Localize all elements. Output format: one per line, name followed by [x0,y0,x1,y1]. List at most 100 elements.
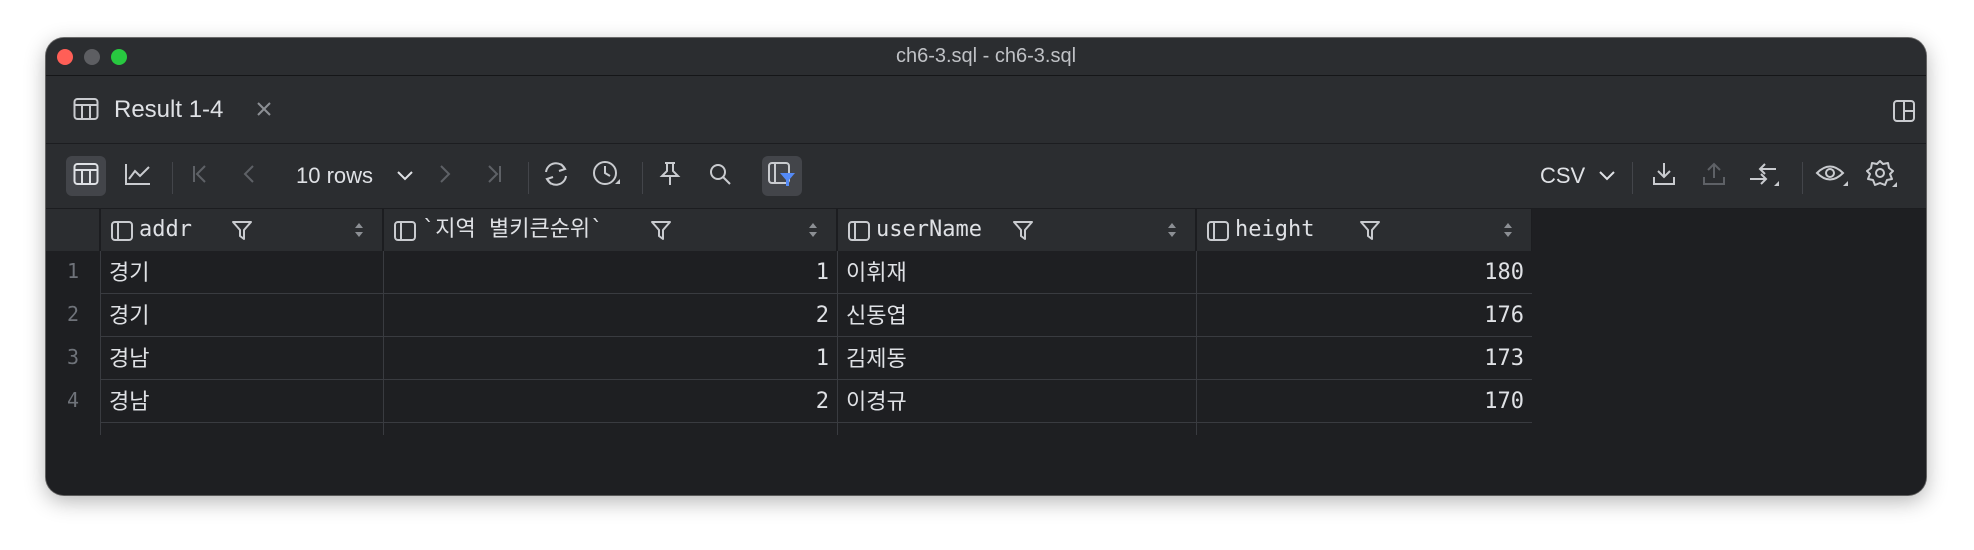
cell-username[interactable]: 신동엽 [837,294,1196,337]
compare-icon [1748,160,1780,193]
row-number-header [46,209,100,251]
row-number: 1 [46,251,100,294]
ide-window: ch6-3.sql - ch6-3.sql Result 1-4 10 rows… [46,38,1926,495]
cell-addr[interactable]: 경기 [100,294,383,337]
table-view-button[interactable] [66,156,106,196]
toolbar-separator [1802,162,1803,194]
column-name: userName [876,217,982,242]
cell-height[interactable]: 170 [1196,380,1532,423]
cell-addr[interactable]: 경남 [100,380,383,423]
layout-icon[interactable] [1892,99,1916,128]
cell-username[interactable]: 김제동 [837,337,1196,380]
compare-button[interactable] [1744,156,1784,196]
cell-addr [100,423,383,435]
sort-icon[interactable] [1167,222,1177,243]
next-page-icon [433,163,455,190]
gear-icon [1866,159,1898,194]
eye-icon [1815,160,1849,193]
filter-icon[interactable] [1359,219,1381,246]
tab-result-label[interactable]: Result 1-4 [114,76,223,143]
cell-addr[interactable]: 경남 [100,337,383,380]
pin-icon [659,161,681,192]
result-grid: addr `지역 별키큰순위` userName height 1 경기 1 이… [46,209,1926,495]
cell-rank[interactable]: 2 [383,380,837,423]
cell-height[interactable]: 176 [1196,294,1532,337]
search-button[interactable] [700,156,740,196]
download-icon [1651,161,1677,192]
sort-icon[interactable] [1503,222,1513,243]
cell-height[interactable]: 173 [1196,337,1532,380]
column-header-height[interactable]: height [1196,209,1532,251]
toolbar-separator [1632,162,1633,194]
filter-icon[interactable] [650,219,672,246]
table-row-partial [46,423,1532,435]
download-button[interactable] [1644,156,1684,196]
upload-button[interactable] [1694,156,1734,196]
title-bar: ch6-3.sql - ch6-3.sql [46,38,1926,76]
page-size-selector[interactable]: 10 rows [296,144,373,208]
sort-icon[interactable] [354,222,364,243]
cell-height [1196,423,1532,435]
chevron-down-icon[interactable] [396,168,414,189]
first-page-icon [189,163,211,190]
prev-page-button[interactable] [230,156,270,196]
view-button[interactable] [1812,156,1852,196]
filter-icon[interactable] [1012,219,1034,246]
window-title: ch6-3.sql - ch6-3.sql [895,45,1077,67]
cell-rank[interactable]: 2 [383,294,837,337]
upload-icon [1701,161,1727,192]
history-icon [591,159,621,194]
export-format-selector[interactable]: CSV [1540,144,1585,208]
row-number: 2 [46,294,100,337]
result-toolbar: 10 rows CSV [46,144,1926,209]
filter-button[interactable] [762,156,802,196]
chevron-down-icon[interactable] [1598,168,1616,189]
column-icon [111,221,133,246]
toolbar-separator [528,162,529,194]
prev-page-icon [239,163,261,190]
filter-icon[interactable] [231,219,253,246]
history-button[interactable] [586,156,626,196]
column-name: height [1235,217,1315,242]
table-row[interactable]: 4 경남 2 이경규 170 [46,380,1532,423]
column-header-rank[interactable]: `지역 별키큰순위` [383,209,837,251]
first-page-button[interactable] [180,156,220,196]
chart-view-button[interactable] [118,156,158,196]
table-row[interactable]: 1 경기 1 이휘재 180 [46,251,1532,294]
row-number: 3 [46,337,100,380]
column-header-addr[interactable]: addr [100,209,383,251]
column-icon [1207,221,1229,246]
cell-username [837,423,1196,435]
cell-rank[interactable]: 1 [383,337,837,380]
column-header-username[interactable]: userName [837,209,1196,251]
table-row[interactable]: 3 경남 1 김제동 173 [46,337,1532,380]
table-icon [73,97,99,126]
refresh-icon [541,160,571,193]
sort-icon[interactable] [808,222,818,243]
cell-username[interactable]: 이경규 [837,380,1196,423]
cell-height[interactable]: 180 [1196,251,1532,294]
settings-button[interactable] [1862,156,1902,196]
filter-icon [767,160,797,193]
last-page-icon [483,163,505,190]
search-icon [708,162,732,191]
cell-username[interactable]: 이휘재 [837,251,1196,294]
column-icon [848,221,870,246]
row-number: 4 [46,380,100,423]
cell-rank [383,423,837,435]
column-name: addr [139,217,192,242]
toolbar-separator [642,162,643,194]
pin-button[interactable] [650,156,690,196]
last-page-button[interactable] [474,156,514,196]
result-tab-bar: Result 1-4 [46,76,1926,144]
refresh-button[interactable] [536,156,576,196]
close-icon[interactable] [253,98,275,125]
chart-view-icon [124,162,152,191]
cell-rank[interactable]: 1 [383,251,837,294]
cell-addr[interactable]: 경기 [100,251,383,294]
next-page-button[interactable] [424,156,464,196]
table-view-icon [73,162,99,191]
toolbar-separator [172,162,173,194]
column-name: `지역 별키큰순위` [422,217,604,242]
table-row[interactable]: 2 경기 2 신동엽 176 [46,294,1532,337]
